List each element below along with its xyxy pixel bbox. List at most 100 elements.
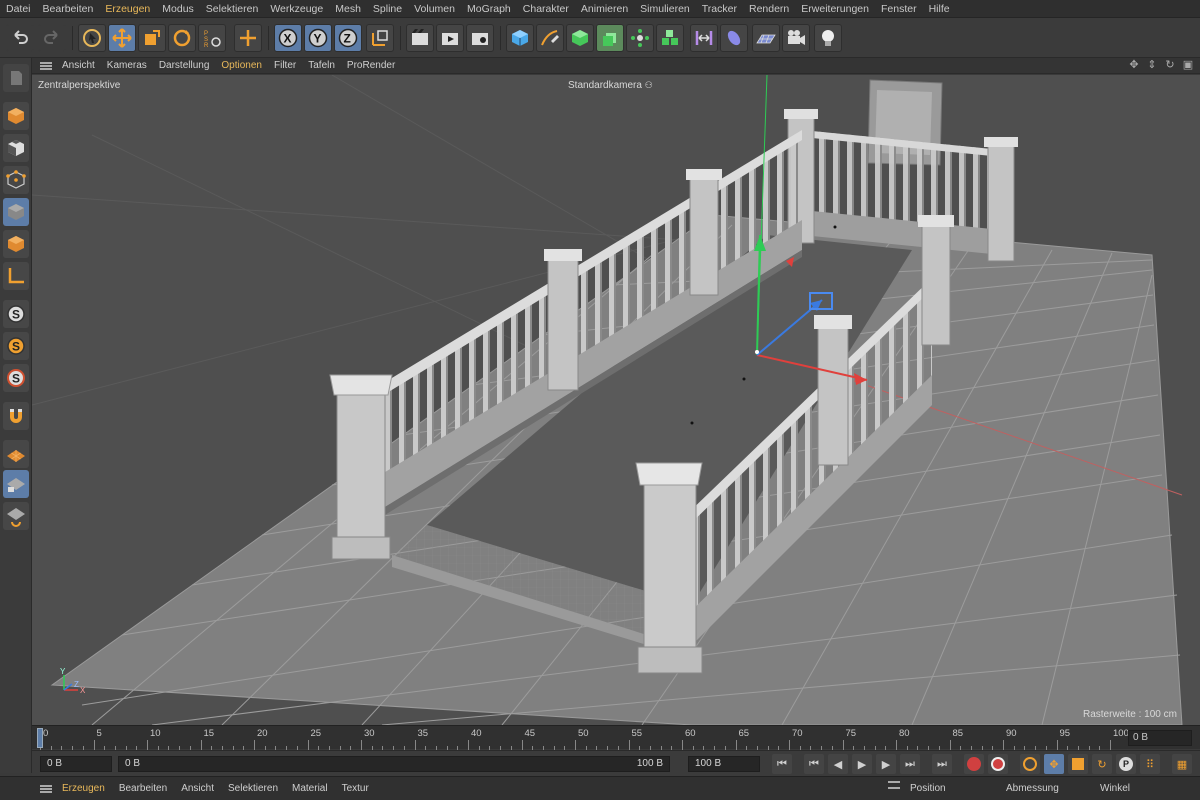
menu-item-0[interactable]: Datei [6, 3, 31, 15]
previous-key-icon[interactable]: ⏮ [804, 754, 824, 774]
polygons-mode-icon[interactable] [3, 230, 29, 258]
key-parameter-icon[interactable]: P [1116, 754, 1136, 774]
light-icon[interactable] [814, 24, 842, 52]
array-icon[interactable] [626, 24, 654, 52]
live-selection-icon[interactable] [78, 24, 106, 52]
planar-workplane-icon[interactable] [3, 502, 29, 530]
material-menu-item-5[interactable]: Textur [342, 783, 369, 794]
keyframe-selection-icon[interactable] [1020, 754, 1040, 774]
deformer-icon[interactable] [690, 24, 718, 52]
current-frame-field[interactable]: 0 B [1128, 730, 1192, 746]
points-mode-icon[interactable] [3, 166, 29, 194]
key-rotation-icon[interactable]: ↻ [1092, 754, 1112, 774]
timeline-ticks[interactable]: 0 5 10 15 20 25 30 35 40 45 50 55 60 65 70 75 80 85 90 95 10… [37, 726, 1129, 750]
preview-range-slider[interactable]: 0 B 100 B [118, 756, 670, 772]
timeline-ruler[interactable]: 0 5 10 15 20 25 30 35 40 45 50 55 60 65 70 75 80 85 90 95 10… [32, 725, 1200, 750]
menu-item-15[interactable]: Erweiterungen [801, 3, 869, 15]
viewport-menu-item-1[interactable]: Kameras [107, 60, 147, 71]
menu-item-14[interactable]: Rendern [749, 3, 789, 15]
scale-icon[interactable] [138, 24, 166, 52]
cube-icon[interactable] [506, 24, 534, 52]
render-picture-viewer-icon[interactable] [436, 24, 464, 52]
coordinates-menu-icon[interactable] [888, 781, 900, 789]
render-settings-icon[interactable] [466, 24, 494, 52]
material-menu-item-0[interactable]: Erzeugen [62, 783, 105, 794]
menu-item-1[interactable]: Bearbeiten [43, 3, 94, 15]
orbit-icon[interactable]: ↻ [1164, 59, 1176, 71]
3d-scene[interactable] [32, 75, 1200, 725]
next-key-icon[interactable]: ⏭ [900, 754, 920, 774]
undo-icon[interactable] [6, 24, 34, 52]
texture-mode-icon[interactable] [3, 134, 29, 162]
start-frame-field[interactable]: 0 B [40, 756, 112, 772]
subdivision-icon[interactable] [566, 24, 594, 52]
material-menu-item-1[interactable]: Bearbeiten [119, 783, 167, 794]
key-scale-icon[interactable] [1068, 754, 1088, 774]
menu-item-7[interactable]: Spline [373, 3, 402, 15]
environment-icon[interactable] [720, 24, 748, 52]
material-menu-item-3[interactable]: Selektieren [228, 783, 278, 794]
viewport-menu-item-4[interactable]: Filter [274, 60, 296, 71]
previous-frame-icon[interactable]: ◀ [828, 754, 848, 774]
coordinate-system-icon[interactable] [366, 24, 394, 52]
end-frame-field[interactable]: 100 B [688, 756, 760, 772]
viewport-menu-item-2[interactable]: Darstellung [159, 60, 210, 71]
menu-item-11[interactable]: Animieren [581, 3, 628, 15]
menu-item-10[interactable]: Charakter [523, 3, 569, 15]
menu-item-4[interactable]: Selektieren [206, 3, 259, 15]
menu-item-3[interactable]: Modus [162, 3, 194, 15]
menu-item-6[interactable]: Mesh [335, 3, 361, 15]
key-pla-icon[interactable]: ⠿ [1140, 754, 1160, 774]
go-to-end-icon[interactable]: ⏭ [932, 754, 952, 774]
pen-icon[interactable] [536, 24, 564, 52]
model-mode-icon[interactable] [3, 102, 29, 130]
cloner-icon[interactable] [656, 24, 684, 52]
viewport-menu-item-6[interactable]: ProRender [347, 60, 395, 71]
material-menu-icon[interactable] [40, 784, 52, 793]
y-axis-icon[interactable]: Y [304, 24, 332, 52]
menu-item-17[interactable]: Hilfe [929, 3, 950, 15]
symmetry-icon[interactable]: S [3, 364, 29, 392]
move-icon[interactable] [108, 24, 136, 52]
make-editable-icon[interactable] [3, 64, 29, 92]
floor-icon[interactable] [752, 24, 780, 52]
menu-item-2[interactable]: Erzeugen [105, 3, 150, 15]
redo-icon[interactable] [38, 24, 66, 52]
menu-item-12[interactable]: Simulieren [640, 3, 690, 15]
viewport-menu-item-5[interactable]: Tafeln [308, 60, 335, 71]
x-axis-icon[interactable]: X [274, 24, 302, 52]
menu-item-8[interactable]: Volumen [414, 3, 455, 15]
z-axis-icon[interactable]: Z [334, 24, 362, 52]
viewport-menu-item-3[interactable]: Optionen [221, 60, 262, 71]
workplane-icon[interactable] [3, 440, 29, 468]
key-position-icon[interactable]: ✥ [1044, 754, 1064, 774]
toggle-view-icon[interactable]: ▣ [1182, 59, 1194, 71]
3d-viewport[interactable]: Zentralperspektive Standardkamera ⚇ Rast… [32, 75, 1200, 725]
menu-item-13[interactable]: Tracker [702, 3, 737, 15]
extrude-icon[interactable] [596, 24, 624, 52]
pan-icon[interactable]: ✥ [1128, 59, 1140, 71]
add-icon[interactable] [234, 24, 262, 52]
go-to-start-icon[interactable]: ⏮ [772, 754, 792, 774]
psr-icon[interactable]: PSR [198, 24, 226, 52]
menu-item-5[interactable]: Werkzeuge [270, 3, 323, 15]
menu-item-16[interactable]: Fenster [881, 3, 917, 15]
zoom-icon[interactable]: ⇕ [1146, 59, 1158, 71]
timeline-playhead[interactable] [37, 728, 43, 748]
menu-item-9[interactable]: MoGraph [467, 3, 511, 15]
edges-mode-icon[interactable] [3, 198, 29, 226]
play-icon[interactable]: ▶ [852, 754, 872, 774]
axis-mode-icon[interactable] [3, 262, 29, 290]
render-view-icon[interactable] [406, 24, 434, 52]
viewport-menu-item-0[interactable]: Ansicht [62, 60, 95, 71]
camera-icon[interactable] [782, 24, 810, 52]
material-menu-item-4[interactable]: Material [292, 783, 328, 794]
magnet-icon[interactable] [3, 402, 29, 430]
locked-workplane-icon[interactable] [3, 470, 29, 498]
timeline-window-icon[interactable]: ▦ [1172, 754, 1192, 774]
soft-selection-icon[interactable]: S [3, 332, 29, 360]
material-menu-item-2[interactable]: Ansicht [181, 783, 214, 794]
camera-label[interactable]: Standardkamera ⚇ [568, 80, 653, 91]
rotate-icon[interactable] [168, 24, 196, 52]
auto-key-icon[interactable] [988, 754, 1008, 774]
